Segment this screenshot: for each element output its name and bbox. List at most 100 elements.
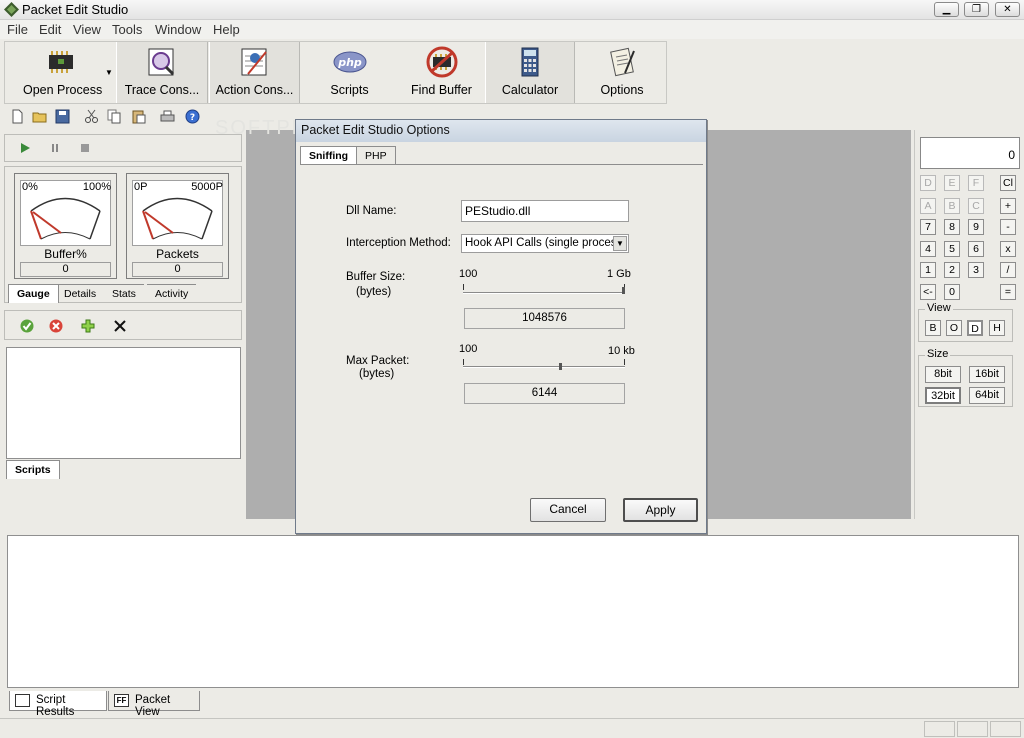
trace-console-button[interactable]: Trace Cons...	[116, 42, 208, 103]
calc-key-f[interactable]: F	[968, 175, 984, 191]
max-packet-slider-thumb[interactable]	[559, 363, 562, 370]
scripts-button[interactable]: php Scripts	[303, 42, 396, 103]
dll-name-label: Dll Name:	[346, 205, 397, 217]
menu-tools[interactable]: Tools	[112, 22, 142, 37]
apply-button[interactable]: Apply	[623, 498, 698, 522]
buffer-size-slider[interactable]	[463, 292, 625, 294]
pause-icon[interactable]	[49, 142, 61, 154]
remove-icon[interactable]	[49, 319, 63, 333]
size-32bit-button[interactable]: 32bit	[925, 387, 961, 404]
menu-window[interactable]: Window	[155, 22, 201, 37]
paste-icon[interactable]	[131, 109, 146, 124]
calc-key-plus[interactable]: +	[1000, 198, 1016, 214]
view-binary-button[interactable]: B	[925, 320, 941, 336]
buffer-size-slider-thumb[interactable]	[622, 287, 625, 294]
tab-packet-view[interactable]: FF Packet View	[108, 691, 200, 718]
play-icon[interactable]	[19, 142, 31, 154]
scripts-label: Scripts	[330, 83, 369, 97]
close-button[interactable]: ✕	[995, 2, 1020, 17]
interception-method-select[interactable]: Hook API Calls (single process) ▼	[461, 234, 629, 253]
calc-key-backspace[interactable]: <-	[920, 284, 936, 300]
check-icon[interactable]	[20, 319, 34, 333]
max-packet-tick-max	[624, 359, 625, 365]
calc-key-b[interactable]: B	[944, 198, 960, 214]
menu-view[interactable]: View	[73, 22, 101, 37]
size-8bit-button[interactable]: 8bit	[925, 366, 961, 383]
calc-key-8[interactable]: 8	[944, 219, 960, 235]
max-packet-slider[interactable]	[463, 366, 625, 368]
tab-gauge[interactable]: Gauge	[8, 284, 59, 303]
standard-toolbar: ?	[4, 106, 209, 128]
script-tab-strip: Scripts	[4, 460, 242, 480]
tab-activity[interactable]: Activity	[147, 284, 197, 303]
find-buffer-button[interactable]: Find Buffer	[396, 42, 487, 103]
size-16bit-button[interactable]: 16bit	[969, 366, 1005, 383]
calc-key-1[interactable]: 1	[920, 262, 936, 278]
cancel-button[interactable]: Cancel	[530, 498, 606, 522]
tab-stats[interactable]: Stats	[104, 284, 144, 303]
open-folder-icon[interactable]	[32, 109, 47, 124]
output-panel[interactable]	[7, 535, 1019, 688]
script-list[interactable]	[6, 347, 241, 459]
calc-key-5[interactable]: 5	[944, 241, 960, 257]
calc-key-divide[interactable]: /	[1000, 262, 1016, 278]
calc-key-a[interactable]: A	[920, 198, 936, 214]
dropdown-arrow-icon[interactable]: ▼	[105, 68, 113, 77]
menu-file[interactable]: File	[7, 22, 28, 37]
calc-key-equals[interactable]: =	[1000, 284, 1016, 300]
app-logo-icon	[4, 2, 19, 17]
calculator-button[interactable]: Calculator	[485, 42, 575, 103]
view-decimal-button[interactable]: D	[967, 320, 983, 336]
calc-key-e[interactable]: E	[944, 175, 960, 191]
tab-scripts[interactable]: Scripts	[6, 460, 60, 479]
calc-key-3[interactable]: 3	[968, 262, 984, 278]
help-icon[interactable]: ?	[185, 109, 200, 124]
calc-key-0[interactable]: 0	[944, 284, 960, 300]
view-hex-button[interactable]: H	[989, 320, 1005, 336]
tab-php[interactable]: PHP	[357, 146, 396, 165]
menu-help[interactable]: Help	[213, 22, 240, 37]
find-buffer-label: Find Buffer	[411, 83, 472, 97]
options-button[interactable]: Options	[577, 42, 667, 103]
restore-button[interactable]: ❐	[964, 2, 989, 17]
packet-view-icon: FF	[114, 694, 129, 707]
print-icon[interactable]	[160, 109, 175, 124]
minimize-button[interactable]: ▁	[934, 2, 959, 17]
add-icon[interactable]	[81, 319, 95, 333]
calc-key-d[interactable]: D	[920, 175, 936, 191]
calc-key-c[interactable]: C	[968, 198, 984, 214]
calc-key-9[interactable]: 9	[968, 219, 984, 235]
open-process-button[interactable]: Open Process ▼	[7, 42, 115, 103]
options-label: Options	[600, 83, 644, 97]
save-icon[interactable]	[55, 109, 70, 124]
buffer-size-value: 1048576	[464, 308, 625, 329]
stop-icon[interactable]	[79, 142, 91, 154]
calc-key-minus[interactable]: -	[1000, 219, 1016, 235]
delete-icon[interactable]	[113, 319, 127, 333]
new-file-icon[interactable]	[10, 109, 25, 124]
action-console-button[interactable]: Action Cons...	[209, 42, 300, 103]
calc-key-multiply[interactable]: x	[1000, 241, 1016, 257]
calc-key-4[interactable]: 4	[920, 241, 936, 257]
buffer-gauge-min: 0%	[22, 181, 38, 193]
calc-key-7[interactable]: 7	[920, 219, 936, 235]
buffer-gauge-max: 100%	[82, 181, 111, 193]
view-octal-button[interactable]: O	[946, 320, 962, 336]
copy-icon[interactable]	[107, 109, 122, 124]
calc-key-2[interactable]: 2	[944, 262, 960, 278]
options-icon	[610, 47, 635, 77]
calculator-icon	[521, 47, 539, 77]
calc-key-clear[interactable]: Cl	[1000, 175, 1016, 191]
calc-key-6[interactable]: 6	[968, 241, 984, 257]
calculator-display: 0	[920, 137, 1020, 169]
packets-gauge-value: 0	[132, 262, 223, 277]
size-64bit-button[interactable]: 64bit	[969, 387, 1005, 404]
tab-script-results[interactable]: Script Results	[9, 691, 107, 718]
find-chip-icon	[426, 46, 457, 78]
size-group-label: Size	[925, 348, 951, 360]
menu-edit[interactable]: Edit	[39, 22, 61, 37]
tab-details[interactable]: Details	[56, 284, 105, 303]
dll-name-input[interactable]: PEStudio.dll	[461, 200, 629, 222]
tab-sniffing[interactable]: Sniffing	[300, 146, 358, 165]
cut-icon[interactable]	[84, 109, 99, 124]
